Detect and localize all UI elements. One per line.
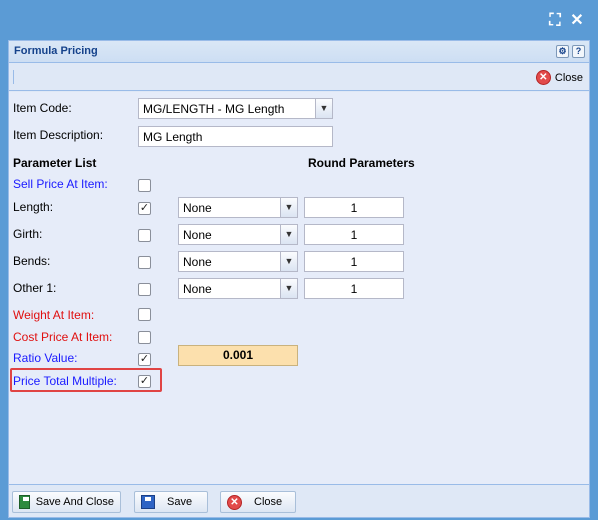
chevron-down-icon[interactable]: ▼: [280, 198, 297, 217]
round-number-bends[interactable]: 1: [304, 251, 404, 272]
checkbox-bends[interactable]: [138, 256, 151, 269]
top-toolbar: ✕ Close: [9, 63, 589, 91]
param-label-weight: Weight At Item:: [13, 308, 95, 322]
save-icon: [141, 495, 155, 509]
round-combo-other-1[interactable]: None ▼: [178, 278, 298, 299]
save-and-close-label: Save And Close: [35, 496, 114, 508]
gear-icon[interactable]: ⚙: [556, 45, 569, 58]
param-label-bends: Bends:: [13, 254, 51, 268]
toolbar-close-label: Close: [554, 71, 583, 84]
form-body: Item Code: MG/LENGTH - MG Length ▼ Item …: [9, 92, 589, 484]
checkbox-price-total-multiple[interactable]: ✓: [138, 375, 151, 388]
fullscreen-icon[interactable]: ⛶: [546, 12, 564, 30]
chevron-down-icon[interactable]: ▼: [280, 279, 297, 298]
round-value-length: None: [183, 201, 212, 215]
round-combo-length[interactable]: None ▼: [178, 197, 298, 218]
param-label-price-total-multiple: Price Total Multiple:: [13, 374, 117, 388]
toolbar-close-button[interactable]: ✕ Close: [535, 69, 583, 86]
item-code-combo[interactable]: MG/LENGTH - MG Length ▼: [138, 98, 333, 119]
checkbox-sell-price[interactable]: [138, 179, 151, 192]
checkbox-cost-price[interactable]: [138, 331, 151, 344]
item-description-field[interactable]: MG Length: [138, 126, 333, 147]
item-description-label: Item Description:: [13, 128, 104, 142]
footer-close-button[interactable]: ✕ Close: [220, 491, 296, 513]
round-value-other-1: None: [183, 282, 212, 296]
param-label-ratio: Ratio Value:: [13, 351, 78, 365]
param-label-cost-price: Cost Price At Item:: [13, 330, 113, 344]
param-label-other-1: Other 1:: [13, 281, 57, 295]
round-value-girth: None: [183, 228, 212, 242]
panel-header: Formula Pricing ⚙ ?: [9, 41, 589, 63]
help-icon[interactable]: ?: [572, 45, 585, 58]
round-parameters-heading: Round Parameters: [308, 156, 415, 170]
footer-toolbar: Save And Close Save ✕ Close: [9, 484, 589, 517]
item-code-label: Item Code:: [13, 101, 72, 115]
checkbox-weight[interactable]: [138, 308, 151, 321]
footer-close-label: Close: [254, 496, 283, 508]
chevron-down-icon[interactable]: ▼: [280, 225, 297, 244]
save-button[interactable]: Save: [134, 491, 208, 513]
close-circle-icon: ✕: [227, 494, 242, 510]
close-circle-icon: ✕: [535, 70, 551, 85]
checkbox-ratio[interactable]: ✓: [138, 353, 151, 366]
param-label-length: Length:: [13, 200, 54, 214]
round-number-girth[interactable]: 1: [304, 224, 404, 245]
checkbox-length[interactable]: ✓: [138, 202, 151, 215]
round-number-other-1[interactable]: 1: [304, 278, 404, 299]
window-title-bar: ⛶ ✕: [0, 0, 598, 40]
toolbar-separator: [13, 70, 14, 84]
round-combo-girth[interactable]: None ▼: [178, 224, 298, 245]
checkbox-girth[interactable]: [138, 229, 151, 242]
checkbox-other-1[interactable]: [138, 283, 151, 296]
save-icon: [19, 495, 30, 509]
param-label-sell-price: Sell Price At Item:: [13, 177, 108, 191]
chevron-down-icon[interactable]: ▼: [280, 252, 297, 271]
ratio-value-field[interactable]: 0.001: [178, 345, 298, 366]
round-combo-bends[interactable]: None ▼: [178, 251, 298, 272]
chevron-down-icon[interactable]: ▼: [315, 99, 332, 118]
round-value-bends: None: [183, 255, 212, 269]
window-close-icon[interactable]: ✕: [568, 12, 586, 30]
save-label: Save: [167, 496, 193, 508]
round-number-length[interactable]: 1: [304, 197, 404, 218]
item-code-value: MG/LENGTH - MG Length: [143, 102, 285, 116]
panel-title: Formula Pricing: [14, 45, 98, 57]
save-and-close-button[interactable]: Save And Close: [12, 491, 121, 513]
param-label-girth: Girth:: [13, 227, 43, 241]
formula-pricing-panel: Formula Pricing ⚙ ? ✕ Close Item Code: M…: [8, 40, 590, 518]
parameter-list-heading: Parameter List: [13, 156, 97, 170]
